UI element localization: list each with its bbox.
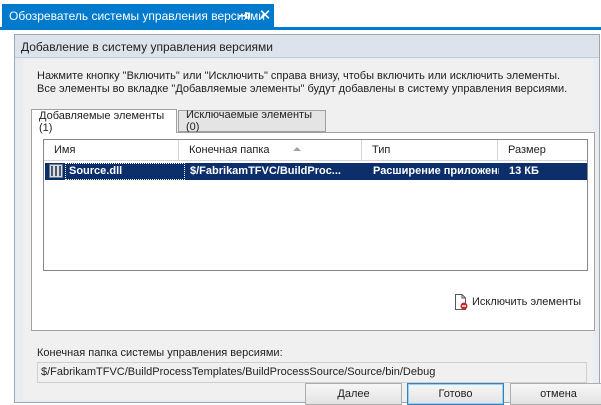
column-header-folder-label: Конечная папка (189, 144, 270, 156)
intro-text: Нажмите кнопку "Включить" или "Исключить… (37, 70, 587, 96)
cancel-button[interactable]: отмена (510, 383, 601, 405)
cell-size: 13 КБ (509, 165, 539, 177)
dll-file-icon (49, 164, 63, 178)
intro-line-1: Нажмите кнопку "Включить" или "Исключить… (37, 70, 561, 82)
sort-ascending-icon (293, 147, 301, 151)
dialog-title: Добавление в систему управления версиями (15, 35, 599, 58)
destination-folder-field[interactable]: $/FabrikamTFVC/BuildProcessTemplates/Bui… (37, 362, 587, 383)
tool-window-tabstrip: Обозреватель системы управления версиями… (0, 0, 601, 30)
list-header: Имя Конечная папка Тип Размер (44, 140, 587, 161)
exclude-document-icon (454, 294, 468, 310)
table-row[interactable]: Source.dll $/FabrikamTFVC/BuildProc... Р… (45, 163, 587, 180)
cell-folder: $/FabrikamTFVC/BuildProc... (190, 165, 341, 177)
tab-excluded-items[interactable]: Исключаемые элементы (0) (178, 109, 326, 133)
exclude-items-button[interactable]: Исключить элементы (454, 293, 594, 311)
tab-underline (0, 27, 601, 30)
pin-icon[interactable] (238, 9, 250, 23)
cell-name: Source.dll (69, 165, 123, 177)
close-icon[interactable]: ✕ (258, 8, 272, 24)
items-list[interactable]: Имя Конечная папка Тип Размер Source.dll… (43, 139, 588, 271)
column-header-type[interactable]: Тип (362, 140, 498, 161)
add-to-source-control-dialog: Добавление в систему управления версиями… (14, 34, 601, 405)
tab-source-control-explorer[interactable]: Обозреватель системы управления версиями… (2, 4, 274, 28)
intro-line-2: Все элементы во вкладке "Добавляемые эле… (37, 83, 568, 95)
tab-panel-included: Имя Конечная папка Тип Размер Source.dll… (31, 132, 595, 331)
column-header-folder[interactable]: Конечная папка (179, 140, 362, 161)
tab-included-items[interactable]: Добавляемые элементы (1) (31, 109, 177, 134)
tab-title: Обозреватель системы управления версиями (9, 9, 265, 23)
column-header-size[interactable]: Размер (498, 140, 587, 161)
cell-type: Расширение приложения (373, 165, 499, 177)
destination-label: Конечная папка системы управления версия… (37, 347, 283, 359)
next-button[interactable]: Далее (305, 383, 402, 405)
column-header-name[interactable]: Имя (44, 140, 179, 161)
finish-button[interactable]: Готово (407, 383, 504, 405)
dialog-body: Нажмите кнопку "Включить" или "Исключить… (23, 59, 601, 405)
exclude-items-label: Исключить элементы (472, 296, 582, 308)
